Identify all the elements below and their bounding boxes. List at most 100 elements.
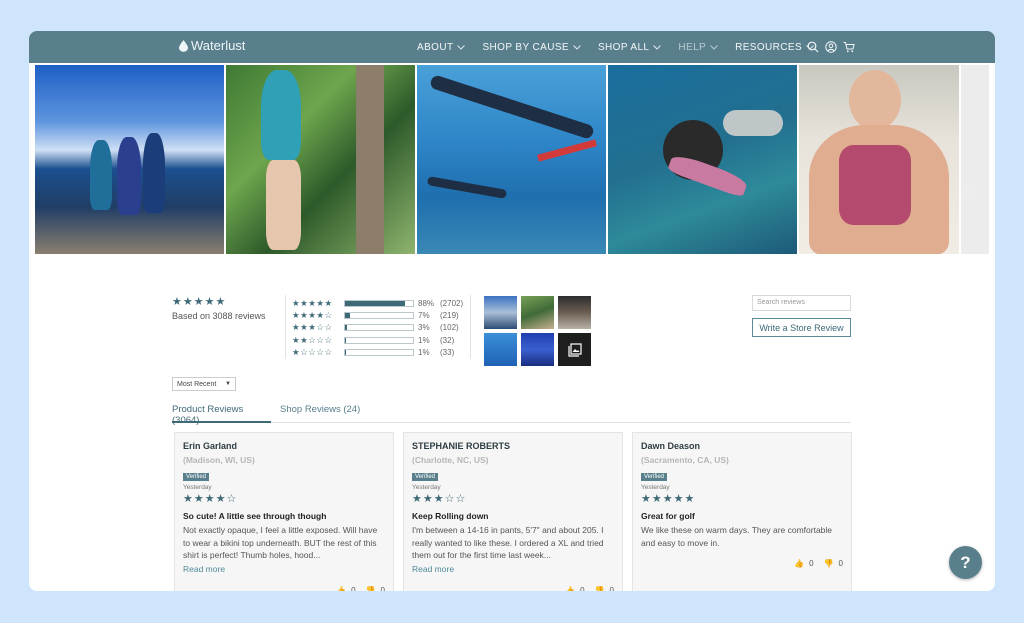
histogram-percent: 1% [418,335,430,345]
read-more-link[interactable]: Read more [412,564,614,574]
verified-badge: Verified [412,473,439,481]
nav-item-label: SHOP BY CAUSE [482,41,569,53]
rating-summary: ★★★★★ Based on 3088 reviews [172,295,266,321]
top-navigation: Waterlust ABOUT SHOP BY CAUSE SHOP ALL H… [29,31,995,63]
review-card: Dawn Deason (Sacramento, CA, US) Verifie… [632,432,852,591]
thumbs-up-button[interactable]: 👍 0 [336,586,355,591]
reviewer-location: (Charlotte, NC, US) [412,455,489,465]
gallery-photo[interactable] [417,65,606,254]
gallery-icon [567,342,582,357]
histogram-percent: 7% [418,310,430,320]
media-thumbnail[interactable] [521,333,554,366]
gallery-photo[interactable] [799,65,959,254]
nav-item-label: HELP [678,41,707,53]
histogram-bar [344,348,414,356]
review-count: Based on 3088 reviews [172,311,266,321]
brand-logo[interactable]: Waterlust [179,38,245,53]
review-title: So cute! A little see through though [183,511,327,521]
nav-item-shop-all[interactable]: SHOP ALL [598,42,662,53]
more-media-button[interactable] [558,333,591,366]
cart-icon[interactable] [843,40,855,53]
read-more-link[interactable]: Read more [183,564,385,574]
histogram-count: (2702) [440,298,464,308]
histogram-row[interactable]: ★☆☆☆☆ 1% (33) [292,346,463,358]
gallery-photo[interactable] [961,65,989,254]
histogram-row[interactable]: ★★★★★ 88% (2702) [292,297,463,309]
review-body: Not exactly opaque, I feel a little expo… [183,525,378,560]
gallery-photo[interactable] [608,65,797,254]
histogram-bar [344,311,414,319]
thumbs-up-button[interactable]: 👍 0 [794,559,813,568]
review-stars: ★★★☆☆ [412,493,467,505]
account-icon[interactable] [825,40,837,53]
reviewer-name: STEPHANIE ROBERTS [412,441,511,451]
review-title: Keep Rolling down [412,511,489,521]
review-body: We like these on warm days. They are com… [641,525,833,548]
tab-shop-reviews[interactable]: Shop Reviews (24) [280,404,360,423]
gallery-photo[interactable] [35,65,224,254]
divider [285,295,286,359]
histogram-stars: ★★★★☆ [292,309,333,320]
customer-photo-gallery [35,65,989,254]
sort-select[interactable]: Most Recent ▼ [172,377,236,391]
review-date: Yesterday [641,484,670,491]
write-store-review-button[interactable]: Write a Store Review [752,318,851,337]
histogram-fill [345,337,346,343]
histogram-stars: ★★★☆☆ [292,322,333,333]
page-frame: Waterlust ABOUT SHOP BY CAUSE SHOP ALL H… [29,31,995,591]
histogram-percent: 1% [418,347,430,357]
histogram-row[interactable]: ★★★☆☆ 3% (102) [292,322,463,334]
thumbs-down-button[interactable]: 👎 0 [366,586,385,591]
thumbs-down-button[interactable]: 👎 0 [595,586,614,591]
histogram-row[interactable]: ★★☆☆☆ 1% (32) [292,334,463,346]
thumbs-up-icon: 👍 [565,586,576,591]
histogram-fill [345,312,350,318]
reviewer-name: Erin Garland [183,441,238,451]
review-stars: ★★★★★ [641,493,696,505]
histogram-count: (219) [440,310,459,320]
tab-product-reviews[interactable]: Product Reviews (3064) [172,404,271,426]
chevron-down-icon [573,44,581,50]
chevron-right-icon[interactable] [961,183,975,201]
review-card: Erin Garland (Madison, WI, US) Verified … [174,432,394,591]
media-thumbnail[interactable] [484,296,517,329]
thumbs-up-icon: 👍 [794,559,805,568]
search-icon[interactable] [807,40,819,53]
review-date: Yesterday [183,484,212,491]
thumbs-up-button[interactable]: 👍 0 [565,586,584,591]
chevron-down-icon [457,44,466,50]
downvote-count: 0 [609,586,614,591]
reviewer-location: (Sacramento, CA, US) [641,455,729,465]
upvote-count: 0 [351,586,356,591]
histogram-fill [345,325,348,331]
chevron-down-icon [653,44,662,50]
review-body: I'm between a 14-16 in pants, 5'7" and a… [412,525,604,560]
nav-item-about[interactable]: ABOUT [417,42,466,53]
brand-name: Waterlust [191,38,246,53]
review-title: Great for golf [641,511,695,521]
thumbs-down-icon: 👎 [594,586,605,591]
review-votes: 👍 0 👎 0 [336,586,385,591]
thumbs-down-icon: 👎 [823,559,834,568]
histogram-count: (33) [440,347,455,357]
gallery-photo[interactable] [226,65,415,254]
media-thumbnail[interactable] [521,296,554,329]
thumbs-down-button[interactable]: 👎 0 [824,559,843,568]
downvote-count: 0 [380,586,385,591]
nav-item-help[interactable]: HELP [678,42,718,53]
media-thumbnail[interactable] [484,333,517,366]
search-reviews-input[interactable]: Search reviews [752,295,851,311]
histogram-stars: ★★★★★ [292,297,333,308]
media-thumbnail[interactable] [558,296,591,329]
histogram-stars: ★☆☆☆☆ [292,346,333,357]
nav-item-shop-by-cause[interactable]: SHOP BY CAUSE [482,42,581,53]
histogram-row[interactable]: ★★★★☆ 7% (219) [292,309,463,321]
nav-item-resources[interactable]: RESOURCES [735,42,814,53]
thumbs-up-icon: 👍 [336,586,347,591]
downvote-count: 0 [838,559,843,568]
review-tabs: Product Reviews (3064) Shop Reviews (24) [172,404,851,426]
main-menu: ABOUT SHOP BY CAUSE SHOP ALL HELP RESOUR… [417,31,831,63]
histogram-fill [345,349,346,355]
average-stars: ★★★★★ [172,296,227,308]
help-chat-button[interactable]: ? [949,546,982,579]
